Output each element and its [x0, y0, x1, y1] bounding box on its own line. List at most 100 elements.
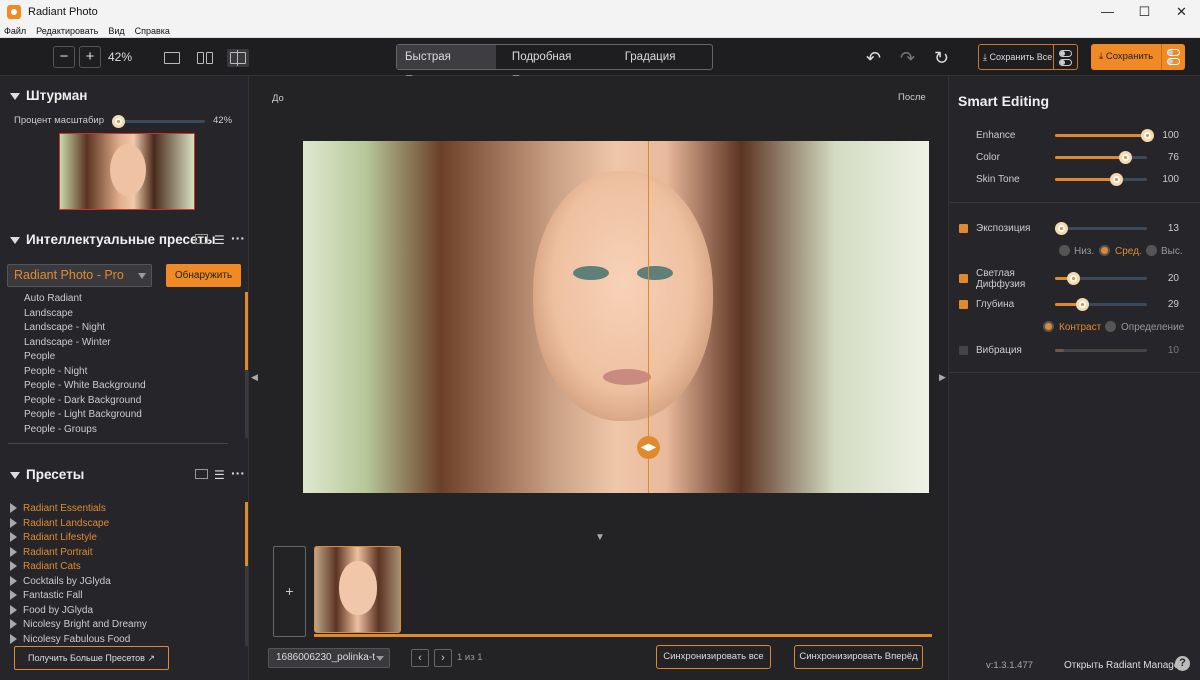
smart-slider[interactable]	[1055, 173, 1147, 186]
list-item[interactable]: People - Light Background	[24, 408, 146, 423]
photo-canvas[interactable]: ◀▶	[303, 141, 929, 493]
filmstrip-scrollbar[interactable]	[314, 634, 932, 637]
list-item[interactable]: People - Night	[24, 365, 146, 380]
preset-folder-item[interactable]: Radiant Landscape	[10, 517, 147, 532]
grid-view-icon[interactable]	[195, 469, 208, 479]
minimize-button[interactable]: —	[1089, 0, 1126, 24]
preset-folder-item[interactable]: Nicolesy Bright and Dreamy	[10, 618, 147, 633]
collapse-left-icon[interactable]: ◀	[251, 372, 258, 383]
list-item[interactable]: Landscape - Night	[24, 321, 146, 336]
depth-definition-radio[interactable]	[1105, 321, 1116, 332]
tab-quick-edit[interactable]: Быстрая Правка	[397, 45, 496, 87]
preset-folder-item[interactable]: Fantastic Fall	[10, 589, 147, 604]
smart-slider[interactable]	[1055, 151, 1147, 164]
save-all-options-toggle[interactable]	[1054, 44, 1078, 70]
open-manager-link[interactable]: Открыть Radiant Manager	[1064, 660, 1183, 671]
save-options-toggle[interactable]	[1161, 44, 1185, 70]
slider-knob[interactable]	[1067, 272, 1080, 285]
navigator-thumbnail[interactable]	[59, 133, 195, 210]
list-item[interactable]: People	[24, 350, 146, 365]
depth-contrast-radio[interactable]	[1043, 321, 1054, 332]
preset-folder-item[interactable]: Food by JGlyda	[10, 604, 147, 619]
exposure-high-radio[interactable]	[1146, 245, 1157, 256]
list-item[interactable]: Landscape - Winter	[24, 336, 146, 351]
undo-icon[interactable]: ↶	[866, 48, 881, 69]
preset-folder-label: Fantastic Fall	[23, 590, 83, 601]
more-options-icon[interactable]: ···	[231, 465, 245, 481]
save-button[interactable]: ⤓ Сохранить	[1091, 44, 1161, 70]
slider-knob[interactable]	[1119, 151, 1132, 164]
list-item[interactable]: Landscape	[24, 307, 146, 322]
slider-knob[interactable]	[1055, 222, 1068, 235]
redo-icon[interactable]: ↷	[900, 48, 915, 69]
maximize-button[interactable]: ☐	[1126, 0, 1163, 24]
more-options-icon[interactable]: ···	[231, 230, 245, 246]
list-item[interactable]: Auto Radiant	[24, 292, 146, 307]
list-item[interactable]: People - Groups	[24, 423, 146, 438]
diffusion-checkbox[interactable]	[959, 274, 968, 283]
menu-file[interactable]: Файл	[4, 26, 26, 36]
list-item[interactable]: People - Dark Background	[24, 394, 146, 409]
menu-view[interactable]: Вид	[108, 26, 124, 36]
smart-preset-select[interactable]: Radiant Photo - Pro	[7, 264, 152, 287]
collapse-right-icon[interactable]: ▶	[939, 372, 946, 383]
filmstrip-thumbnail[interactable]	[314, 546, 401, 633]
single-view-icon[interactable]	[161, 49, 183, 67]
list-view-icon[interactable]: ☰	[214, 233, 225, 247]
preset-folder-item[interactable]: Radiant Essentials	[10, 502, 147, 517]
edit-mode-tabs: Быстрая Правка Подробная Правка Градация…	[396, 44, 713, 87]
depth-slider[interactable]	[1055, 298, 1147, 311]
filmstrip-toggle-icon[interactable]: ▼	[595, 532, 605, 543]
vibrance-checkbox[interactable]	[959, 346, 968, 355]
navigator-header[interactable]: Штурман	[10, 88, 87, 103]
zoom-value: 42%	[108, 50, 133, 64]
slider-knob[interactable]	[1076, 298, 1089, 311]
preset-folder-item[interactable]: Radiant Cats	[10, 560, 147, 575]
preset-folder-item[interactable]: Radiant Portrait	[10, 546, 147, 561]
side-by-side-view-icon[interactable]	[194, 49, 216, 67]
exposure-checkbox[interactable]	[959, 224, 968, 233]
split-handle-icon[interactable]: ◀▶	[637, 436, 660, 459]
vibrance-slider[interactable]	[1055, 349, 1147, 352]
get-more-presets-button[interactable]: Получить Больше Пресетов ↗	[14, 646, 169, 670]
scrollbar-thumb[interactable]	[245, 502, 248, 566]
exposure-mid-radio[interactable]	[1099, 245, 1110, 256]
previous-image-button[interactable]: ‹	[411, 649, 429, 667]
slider-knob[interactable]	[112, 115, 125, 128]
presets-header[interactable]: Пресеты	[10, 467, 84, 482]
preset-folder-item[interactable]: Nicolesy Fabulous Food	[10, 633, 147, 648]
help-icon[interactable]: ?	[1175, 656, 1190, 671]
zoom-out-button[interactable]: −	[53, 46, 75, 68]
zoom-in-button[interactable]: +	[79, 46, 101, 68]
next-image-button[interactable]: ›	[434, 649, 452, 667]
scrollbar-thumb[interactable]	[245, 292, 248, 370]
sync-all-button[interactable]: Синхронизировать все	[656, 645, 771, 669]
menu-edit[interactable]: Редактировать	[36, 26, 98, 36]
diffusion-slider[interactable]	[1055, 272, 1147, 285]
list-item[interactable]: People - White Background	[24, 379, 146, 394]
add-image-button[interactable]: +	[273, 546, 306, 637]
depth-checkbox[interactable]	[959, 300, 968, 309]
filename-select[interactable]: 1686006230_polinka-t	[268, 648, 390, 668]
save-all-button[interactable]: ⤓ Сохранить Все	[978, 44, 1054, 70]
split-view-icon[interactable]	[227, 49, 249, 67]
tab-detailed-edit[interactable]: Подробная Правка	[504, 45, 616, 87]
sync-forward-button[interactable]: Синхронизировать Вперёд	[794, 645, 923, 669]
preset-folder-item[interactable]: Cocktails by JGlyda	[10, 575, 147, 590]
slider-knob[interactable]	[1110, 173, 1123, 186]
exposure-low-radio[interactable]	[1059, 245, 1070, 256]
preset-list: Radiant Essentials Radiant Landscape Radia…	[10, 502, 147, 647]
detect-button[interactable]: Обнаружить	[166, 264, 241, 287]
smart-slider[interactable]	[1055, 129, 1154, 142]
smart-slider-value: 76	[1167, 152, 1179, 163]
tab-color-grading[interactable]: Градация цвета	[617, 45, 712, 87]
exposure-slider[interactable]	[1055, 222, 1147, 235]
grid-view-icon[interactable]	[195, 234, 208, 244]
reset-icon[interactable]: ↻	[934, 48, 949, 69]
smart-presets-header[interactable]: Интеллектуальные пресеты	[10, 232, 216, 247]
menu-help[interactable]: Справка	[135, 26, 170, 36]
navigator-zoom-slider[interactable]	[112, 115, 205, 128]
list-view-icon[interactable]: ☰	[214, 468, 225, 482]
close-button[interactable]: ✕	[1163, 0, 1200, 24]
preset-folder-item[interactable]: Radiant Lifestyle	[10, 531, 147, 546]
